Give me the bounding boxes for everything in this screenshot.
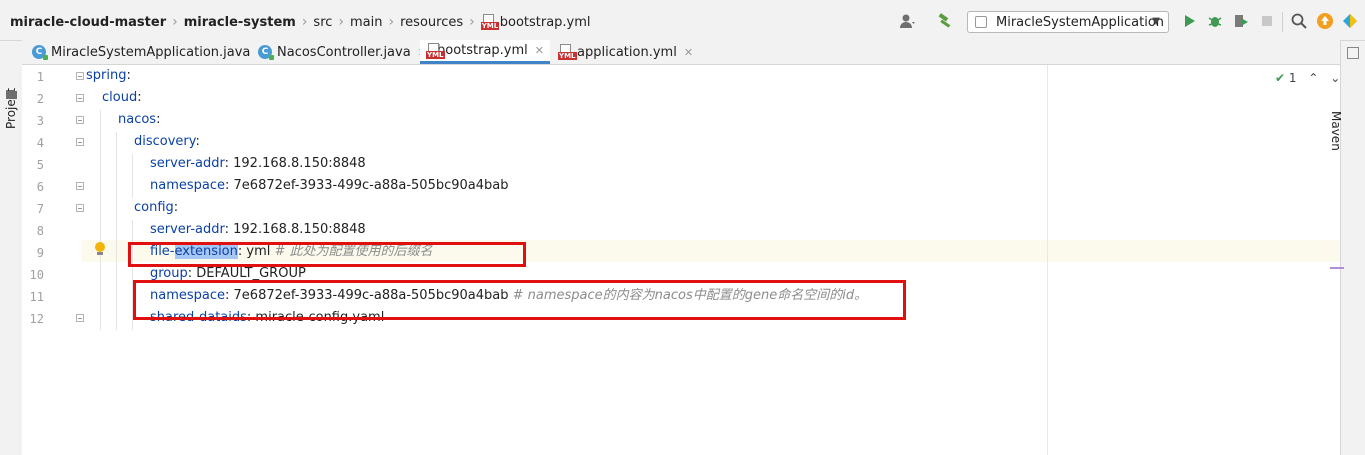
- right-margin-guide: [1047, 65, 1048, 455]
- code-line-2: cloud:: [102, 90, 142, 105]
- tab-bootstrap-yml[interactable]: YML bootstrap.yml ✕: [420, 40, 550, 64]
- code-line-3: nacos:: [118, 112, 161, 127]
- run-configuration-label: MiracleSystemApplication: [996, 14, 1165, 30]
- user-icon[interactable]: [898, 12, 916, 30]
- line-number: 3: [36, 114, 44, 128]
- scrollbar-marker: [1330, 267, 1344, 269]
- tab-application-yml[interactable]: YML application.yml ✕: [552, 40, 699, 64]
- right-tool-window-strip: Maven: [1329, 41, 1365, 455]
- line-number: 5: [36, 158, 44, 172]
- lightbulb-icon[interactable]: [95, 242, 105, 255]
- close-icon[interactable]: ✕: [535, 44, 544, 57]
- fold-marker-icon[interactable]: [76, 138, 84, 146]
- java-class-icon: C: [258, 45, 274, 60]
- coverage-icon[interactable]: [1232, 12, 1250, 30]
- java-class-icon: C: [32, 45, 48, 60]
- stop-icon[interactable]: [1258, 12, 1276, 30]
- annotation-highlight-box: [128, 242, 526, 267]
- line-number: 12: [29, 312, 44, 326]
- breadcrumb-separator-icon: ›: [388, 14, 395, 30]
- line-number: 1: [36, 70, 44, 84]
- breadcrumb-separator-icon: ›: [172, 14, 178, 30]
- tab-label: bootstrap.yml: [436, 43, 528, 58]
- code-line-6: namespace: 7e6872ef-3933-499c-a88a-505bc…: [150, 178, 509, 193]
- run-icon[interactable]: [1180, 12, 1198, 30]
- yml-icon: YML: [426, 42, 445, 59]
- inspection-count: 1: [1288, 71, 1297, 85]
- update-icon[interactable]: [1316, 12, 1334, 30]
- search-icon[interactable]: [1290, 12, 1308, 30]
- tab-label: application.yml: [577, 44, 677, 60]
- toolbar-divider: [1282, 12, 1283, 32]
- tab-miracle-system-application[interactable]: C MiracleSystemApplication.java ✕: [26, 40, 273, 64]
- folder-icon: [6, 91, 17, 99]
- code-line-5: server-addr: 192.168.8.150:8848: [150, 156, 366, 171]
- line-number: 8: [36, 224, 44, 238]
- annotation-highlight-box: [133, 280, 906, 320]
- plugin-icon[interactable]: [1341, 12, 1359, 30]
- tab-nacos-controller[interactable]: C NacosController.java ✕: [252, 40, 433, 64]
- line-number: 7: [36, 202, 44, 216]
- maven-icon: [1347, 47, 1359, 59]
- editor-tab-bar: C MiracleSystemApplication.java ✕ C Naco…: [22, 40, 1340, 65]
- hammer-icon[interactable]: [936, 12, 954, 30]
- line-number: 11: [29, 290, 44, 304]
- fold-marker-icon[interactable]: [76, 72, 84, 80]
- code-line-7: config:: [134, 200, 179, 215]
- chevron-down-icon: ▼: [1152, 16, 1160, 27]
- tab-label: NacosController.java: [277, 44, 411, 60]
- navigation-bar: miracle-cloud-master › miracle-system › …: [0, 0, 1365, 41]
- fold-marker-icon[interactable]: [76, 182, 84, 190]
- breadcrumb-separator-icon: ›: [301, 14, 308, 30]
- indent-guide: [116, 132, 117, 330]
- tab-label: MiracleSystemApplication.java: [51, 44, 251, 60]
- breadcrumb-item-file[interactable]: bootstrap.yml: [500, 15, 591, 30]
- fold-marker-icon[interactable]: [76, 94, 84, 102]
- checkmark-icon: ✔: [1275, 71, 1286, 85]
- indent-guide: [132, 154, 133, 198]
- line-number: 9: [36, 246, 44, 260]
- breadcrumb-item-src[interactable]: src: [313, 15, 332, 30]
- code-line-4: discovery:: [134, 134, 200, 149]
- application-config-icon: [975, 16, 987, 28]
- debug-icon[interactable]: [1206, 12, 1224, 30]
- fold-marker-icon[interactable]: [76, 314, 84, 322]
- line-number: 6: [36, 180, 44, 194]
- line-number: 2: [36, 92, 44, 106]
- line-number: 10: [29, 268, 44, 282]
- breadcrumb-separator-icon: ›: [469, 14, 475, 30]
- yml-icon: YML: [558, 44, 577, 60]
- close-icon[interactable]: ✕: [684, 46, 693, 59]
- breadcrumb-item-resources[interactable]: resources: [400, 15, 463, 30]
- code-line-8: server-addr: 192.168.8.150:8848: [150, 222, 366, 237]
- inspection-widget[interactable]: ✔ 1 ⌃ ⌄: [1275, 71, 1340, 85]
- fold-marker-icon[interactable]: [76, 204, 84, 212]
- yml-icon: YML: [480, 14, 500, 30]
- chevron-down-icon[interactable]: ⌄: [1330, 71, 1340, 85]
- run-configuration-select[interactable]: MiracleSystemApplication ▼: [967, 11, 1169, 33]
- chevron-up-icon[interactable]: ⌃: [1308, 71, 1318, 85]
- indent-guide: [100, 110, 101, 330]
- breadcrumb-item-module[interactable]: miracle-system: [184, 15, 296, 30]
- maven-tool-window-button[interactable]: Maven: [1329, 111, 1343, 151]
- line-number: 4: [36, 136, 44, 150]
- fold-marker-icon[interactable]: [76, 116, 84, 124]
- breadcrumb-item-project[interactable]: miracle-cloud-master: [10, 15, 166, 30]
- code-line-1: spring:: [86, 68, 131, 83]
- breadcrumb-item-main[interactable]: main: [350, 15, 382, 30]
- left-tool-window-strip: Project: [0, 41, 23, 455]
- breadcrumb-separator-icon: ›: [338, 14, 345, 30]
- breadcrumb: miracle-cloud-master › miracle-system › …: [10, 12, 591, 32]
